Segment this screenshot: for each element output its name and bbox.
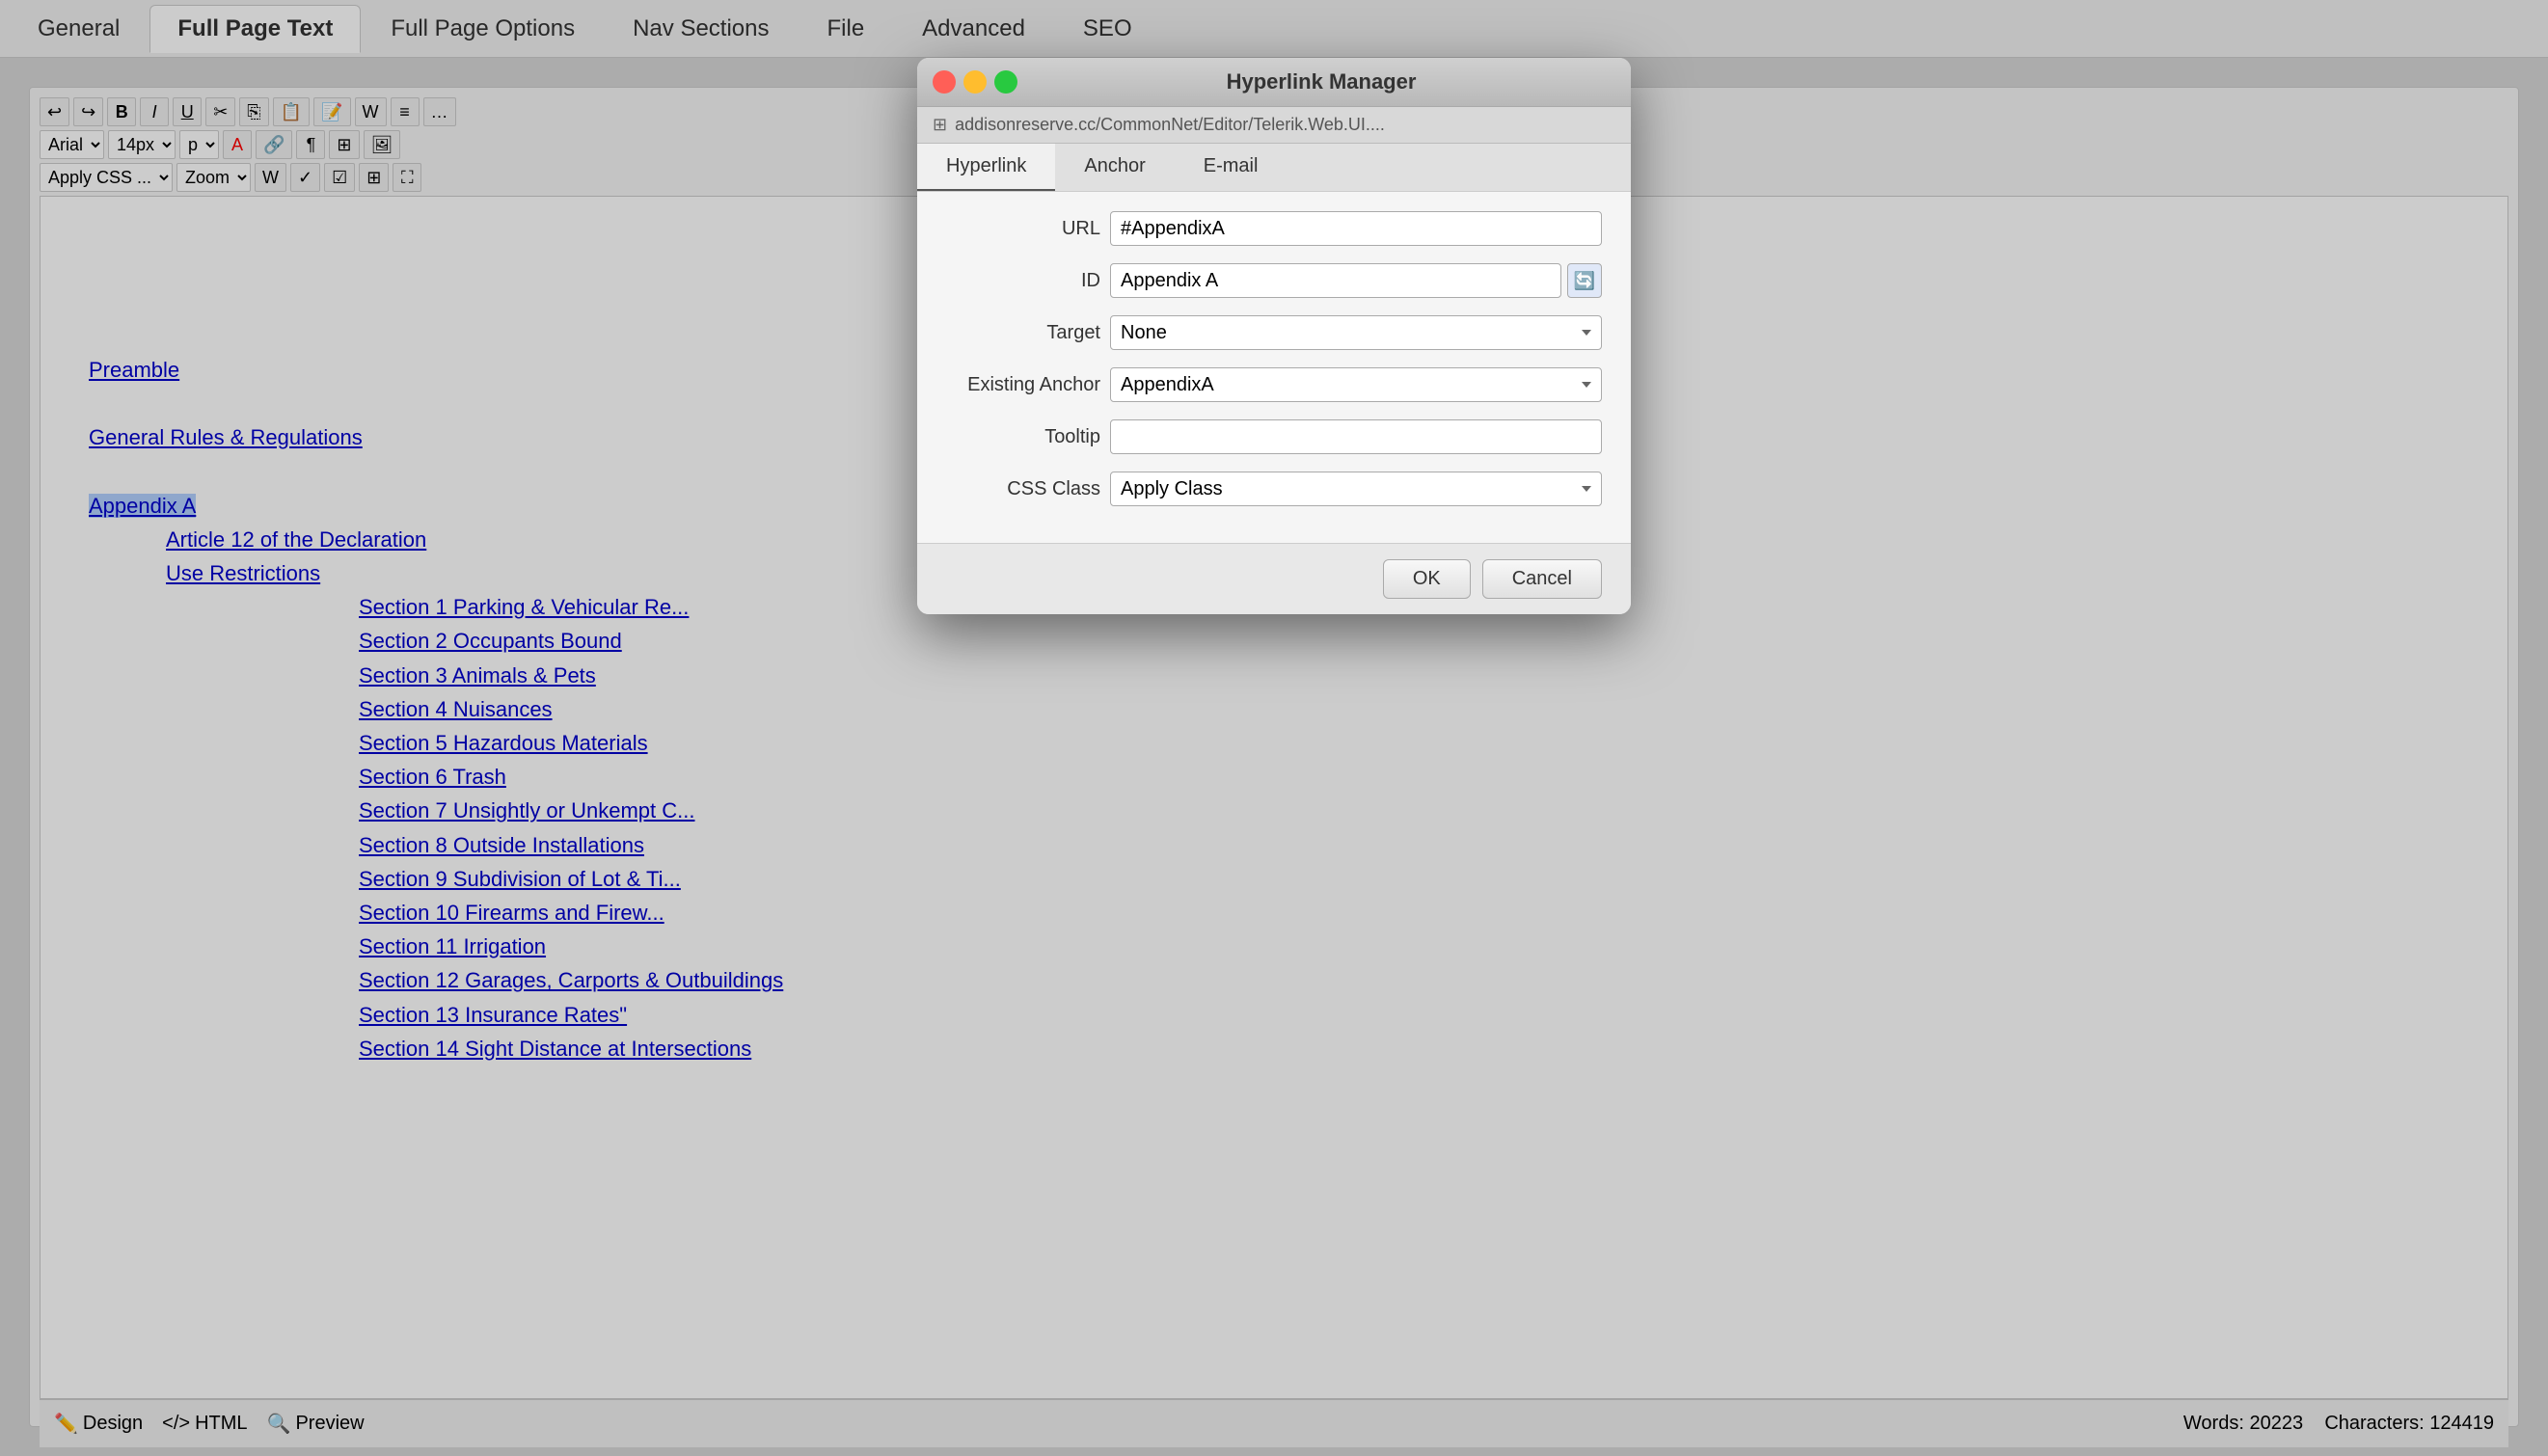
target-select[interactable]: None _blank _self _parent _top <box>1110 315 1602 350</box>
id-input[interactable] <box>1110 263 1561 298</box>
minimize-window-button[interactable] <box>963 70 987 94</box>
tooltip-input[interactable] <box>1110 419 1602 454</box>
dialog-tab-email[interactable]: E-mail <box>1175 144 1288 191</box>
modal-overlay: Hyperlink Manager ⊞ addisonreserve.cc/Co… <box>0 0 2548 1456</box>
maximize-window-button[interactable] <box>994 70 1017 94</box>
close-window-button[interactable] <box>933 70 956 94</box>
existing-anchor-row: Existing Anchor AppendixA Preamble Gener… <box>946 367 1602 402</box>
id-row: ID 🔄 <box>946 263 1602 298</box>
css-class-label: CSS Class <box>946 478 1100 500</box>
hyperlink-manager-dialog: Hyperlink Manager ⊞ addisonreserve.cc/Co… <box>917 58 1631 614</box>
tooltip-row: Tooltip <box>946 419 1602 454</box>
id-field-group: 🔄 <box>1110 263 1602 298</box>
existing-anchor-label: Existing Anchor <box>946 374 1100 396</box>
dialog-address-text: addisonreserve.cc/CommonNet/Editor/Teler… <box>955 115 1385 135</box>
traffic-lights <box>933 70 1017 94</box>
id-label: ID <box>946 270 1100 292</box>
dialog-address-bar: ⊞ addisonreserve.cc/CommonNet/Editor/Tel… <box>917 107 1631 144</box>
dialog-titlebar: Hyperlink Manager <box>917 58 1631 107</box>
css-class-select[interactable]: Apply Class <box>1110 472 1602 506</box>
url-label: URL <box>946 218 1100 240</box>
dialog-tab-hyperlink[interactable]: Hyperlink <box>917 144 1055 191</box>
target-row: Target None _blank _self _parent _top <box>946 315 1602 350</box>
existing-anchor-select[interactable]: AppendixA Preamble GeneralRules Article1… <box>1110 367 1602 402</box>
address-icon: ⊞ <box>933 115 947 135</box>
css-class-row: CSS Class Apply Class <box>946 472 1602 506</box>
dialog-body: URL ID 🔄 Target None _blank _self _paren… <box>917 192 1631 543</box>
url-row: URL <box>946 211 1602 246</box>
dialog-footer: OK Cancel <box>917 543 1631 614</box>
dialog-tab-bar: Hyperlink Anchor E-mail <box>917 144 1631 192</box>
target-label: Target <box>946 322 1100 344</box>
cancel-button[interactable]: Cancel <box>1482 559 1602 599</box>
url-input[interactable] <box>1110 211 1602 246</box>
id-refresh-button[interactable]: 🔄 <box>1567 263 1602 298</box>
tooltip-label: Tooltip <box>946 426 1100 448</box>
dialog-tab-anchor[interactable]: Anchor <box>1055 144 1174 191</box>
dialog-title: Hyperlink Manager <box>1027 69 1615 94</box>
ok-button[interactable]: OK <box>1383 559 1471 599</box>
